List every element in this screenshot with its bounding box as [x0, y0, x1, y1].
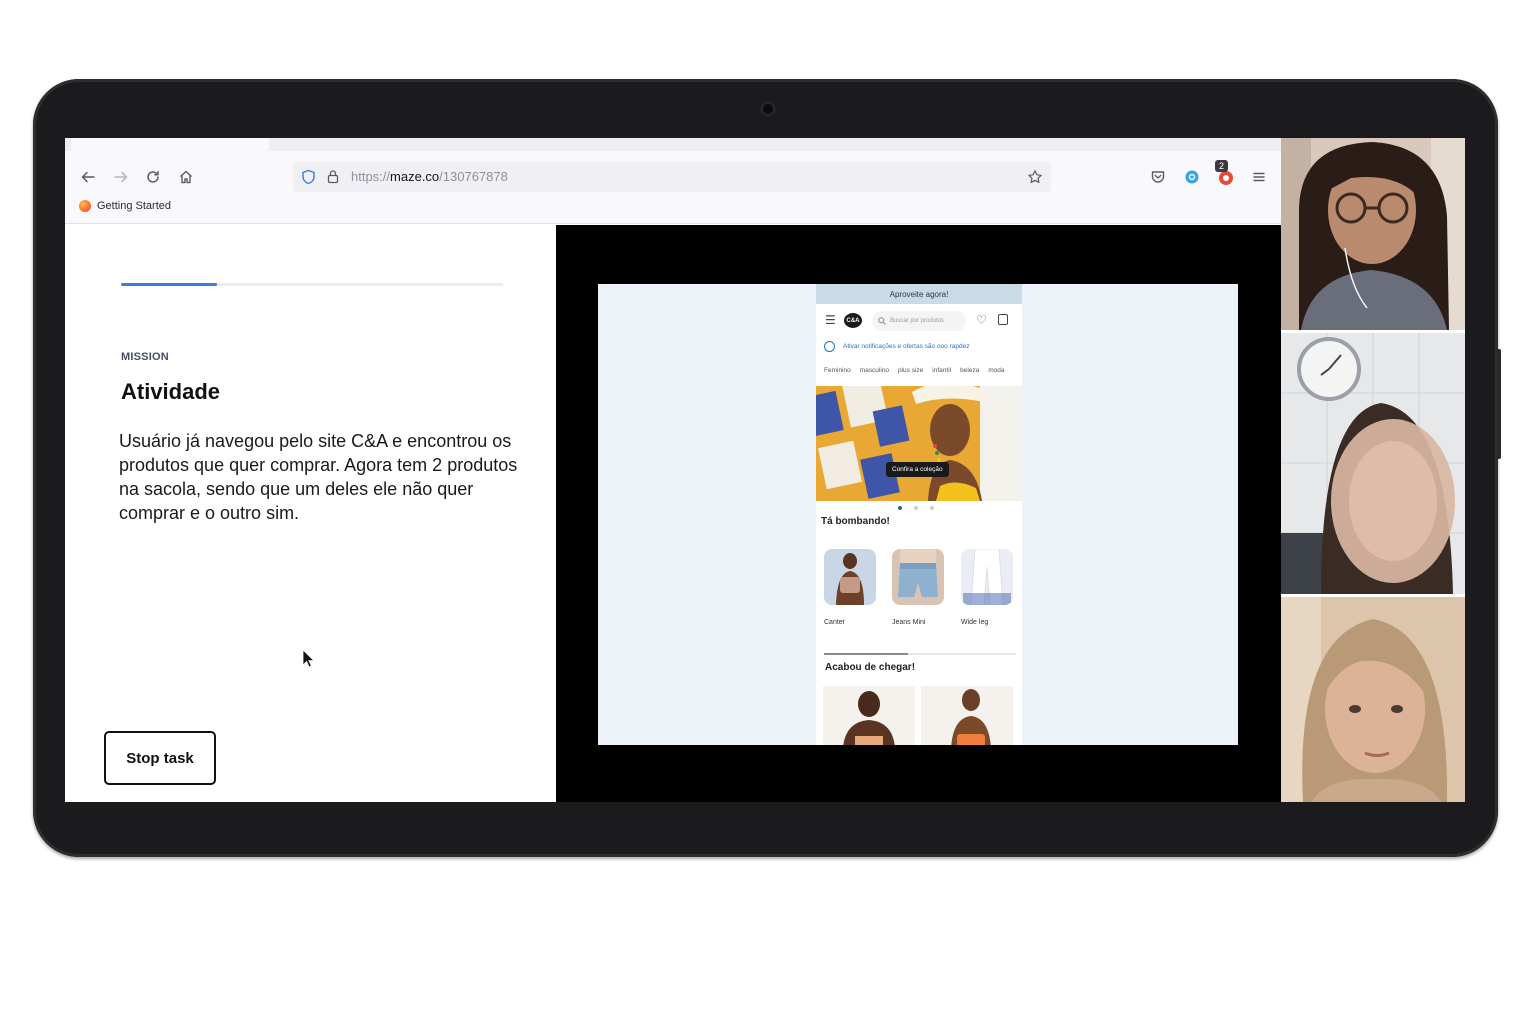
prototype-frame[interactable]: Aproveite agora! ☰ C&A Buscar por produt… — [598, 284, 1238, 745]
prototype-header: ☰ C&A Buscar por produtos ♡ — [816, 308, 1022, 334]
menu-button[interactable] — [1248, 166, 1270, 188]
participant-image — [1281, 333, 1465, 594]
category-beleza[interactable]: beleza — [960, 367, 979, 374]
prototype-search[interactable]: Buscar por produtos — [872, 311, 966, 331]
firefox-icon — [79, 200, 91, 212]
bag-icon[interactable] — [998, 314, 1008, 325]
url-text[interactable]: https://maze.co/130767878 — [351, 169, 508, 184]
star-icon[interactable] — [1027, 169, 1043, 185]
product-card[interactable]: Wide leg — [961, 549, 1013, 626]
arrow-right-icon — [114, 171, 128, 183]
section-title-new: Acabou de chegar! — [825, 662, 916, 673]
bookmark-getting-started[interactable]: Getting Started — [79, 200, 171, 212]
hero-banner[interactable]: Confira a coleção — [816, 386, 1022, 501]
tablet-device: https://maze.co/130767878 2 Getting Star… — [33, 79, 1501, 857]
category-nav: Feminino masculino plus size infantil be… — [824, 367, 1022, 374]
front-camera — [760, 101, 776, 117]
mission-panel: MISSION Atividade Usuário já navegou pel… — [65, 225, 556, 802]
pocket-button[interactable] — [1147, 166, 1169, 188]
carousel-dot[interactable] — [914, 506, 918, 510]
mobile-prototype[interactable]: Aproveite agora! ☰ C&A Buscar por produt… — [816, 284, 1022, 745]
product-image — [892, 549, 944, 605]
bookmark-label: Getting Started — [97, 200, 171, 212]
search-icon — [878, 317, 886, 325]
hero-cta-button[interactable]: Confira a coleção — [886, 462, 949, 477]
mouse-cursor-icon — [302, 649, 314, 668]
carousel-dot[interactable] — [898, 506, 902, 510]
product-image — [823, 686, 915, 745]
product-label: Wide leg — [961, 619, 989, 626]
category-feminino[interactable]: Feminino — [824, 367, 851, 374]
menu-icon[interactable]: ☰ — [825, 313, 836, 327]
reload-icon — [147, 170, 159, 183]
reload-button[interactable] — [142, 166, 164, 188]
prototype-viewer: Aproveite agora! ☰ C&A Buscar por produt… — [556, 225, 1281, 802]
product-label: Canter — [824, 619, 846, 626]
lock-icon — [327, 170, 339, 184]
product-card[interactable]: Jeans Mini — [892, 549, 944, 626]
progress-fill — [121, 283, 217, 286]
participant-video-2 — [1281, 333, 1465, 594]
pocket-icon — [1151, 171, 1165, 183]
screen: https://maze.co/130767878 2 Getting Star… — [65, 138, 1465, 802]
participant-video-3 — [1281, 597, 1465, 802]
section-title-trending: Tá bombando! — [821, 516, 890, 527]
participant-image — [1281, 597, 1465, 802]
mission-title: Atividade — [121, 379, 221, 404]
account-icon — [1185, 170, 1199, 184]
mission-label: MISSION — [121, 351, 169, 363]
browser-toolbar: https://maze.co/130767878 2 Getting Star… — [65, 138, 1281, 224]
forward-button[interactable] — [110, 166, 132, 188]
promo-bar[interactable]: Aproveite agora! — [816, 284, 1022, 304]
browser-tab[interactable] — [71, 138, 269, 151]
product-card[interactable] — [921, 686, 1013, 745]
progress-bar — [121, 283, 503, 286]
side-button — [1497, 349, 1501, 459]
stop-task-button[interactable]: Stop task — [104, 731, 216, 785]
heart-icon[interactable]: ♡ — [976, 313, 987, 327]
home-button[interactable] — [175, 166, 197, 188]
tab-strip — [65, 138, 1281, 151]
category-plus-size[interactable]: plus size — [898, 367, 923, 374]
carousel-scrollbar[interactable] — [824, 653, 1016, 655]
carousel-dots[interactable] — [898, 506, 934, 510]
shield-icon — [302, 169, 315, 185]
participant-video-1 — [1281, 138, 1465, 330]
arrow-left-icon — [81, 171, 95, 183]
product-image — [921, 686, 1013, 745]
home-icon — [180, 170, 192, 184]
url-scheme: https:// — [351, 169, 391, 184]
hamburger-icon — [1253, 172, 1265, 182]
url-path: /130767878 — [439, 169, 508, 184]
category-moda[interactable]: moda — [988, 367, 1004, 374]
product-label: Jeans Mini — [892, 619, 926, 626]
hero-image — [816, 386, 1022, 501]
account-button[interactable] — [1181, 166, 1203, 188]
product-card[interactable] — [823, 686, 915, 745]
product-image — [961, 549, 1013, 605]
notification-text: Ativar notificações e ofertas são ooo ra… — [843, 343, 970, 350]
product-image — [824, 549, 876, 605]
search-placeholder: Buscar por produtos — [890, 318, 945, 324]
notification-banner[interactable]: Ativar notificações e ofertas são ooo ra… — [824, 341, 969, 352]
participant-image — [1281, 138, 1465, 330]
back-button[interactable] — [77, 166, 99, 188]
category-masculino[interactable]: masculino — [860, 367, 889, 374]
location-pin-icon — [824, 341, 835, 352]
url-bar[interactable]: https://maze.co/130767878 — [293, 162, 1051, 192]
mission-description: Usuário já navegou pelo site C&A e encon… — [119, 431, 518, 523]
url-host: maze.co — [390, 169, 440, 184]
carousel-dot[interactable] — [930, 506, 934, 510]
brand-logo[interactable]: C&A — [844, 313, 862, 328]
product-card[interactable]: Canter — [824, 549, 876, 626]
carousel-scroll-thumb[interactable] — [824, 653, 909, 655]
extension-badge: 2 — [1215, 160, 1228, 172]
category-infantil[interactable]: infantil — [932, 367, 951, 374]
